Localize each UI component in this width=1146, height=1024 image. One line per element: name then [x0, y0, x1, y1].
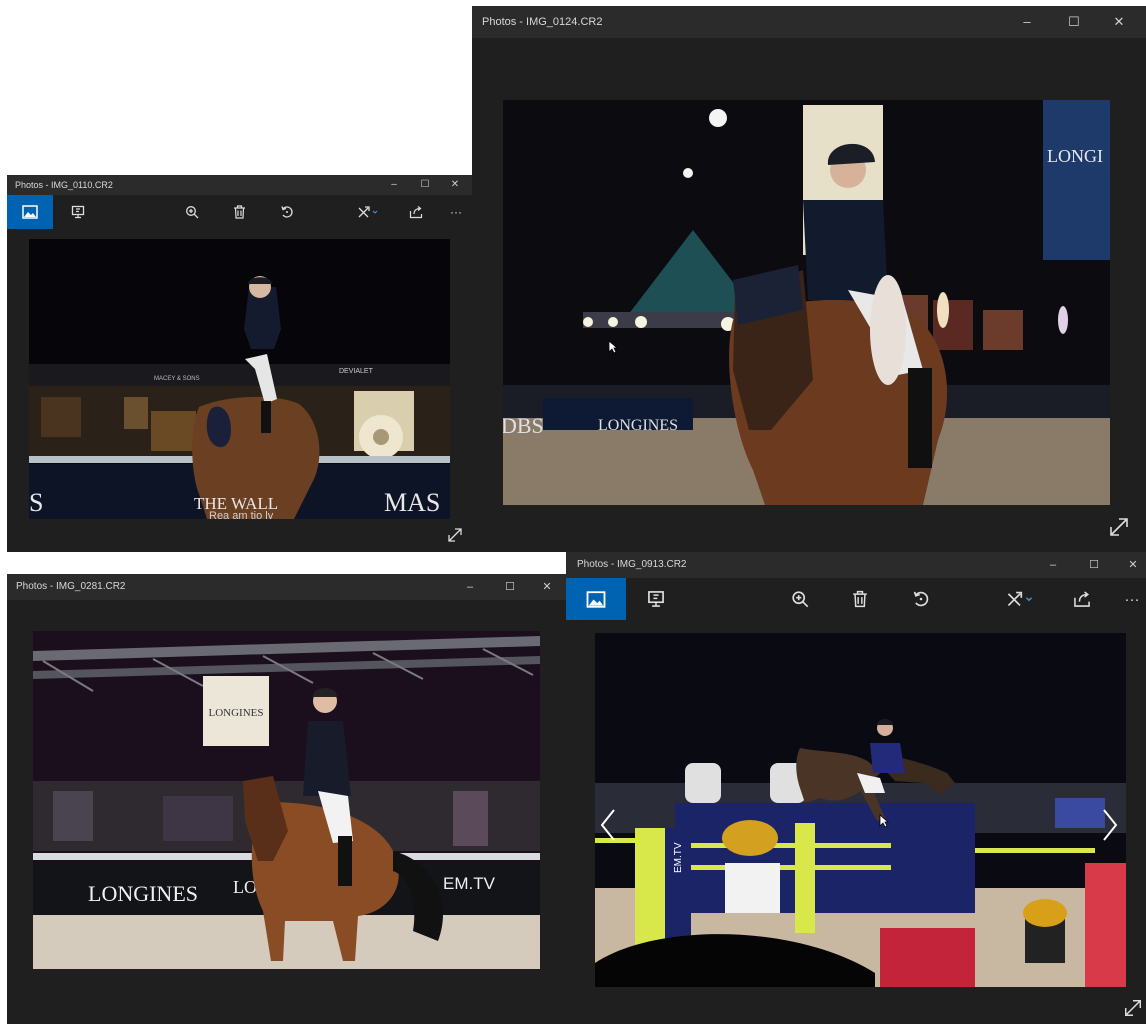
- photo-image: LONGI DBS LONGINES: [503, 100, 1110, 505]
- zoom-in-button[interactable]: [179, 195, 205, 229]
- more-icon: ···: [450, 205, 462, 219]
- photo-scene: LONGI DBS LONGINES: [503, 100, 1110, 505]
- banner-text-right: LONGI: [1047, 146, 1103, 166]
- edit-icon: [1007, 591, 1033, 607]
- toolbar: ···: [566, 578, 1146, 620]
- next-arrow-icon[interactable]: [1102, 808, 1118, 842]
- photo-scene: EM.TV: [595, 633, 1126, 987]
- board-text-center: LONGINES: [598, 417, 678, 434]
- edit-button[interactable]: [351, 195, 385, 229]
- expand-icon[interactable]: [447, 527, 463, 543]
- window-title: Photos - IMG_0110.CR2: [15, 180, 113, 190]
- photo-image: THE WALL MAS S MACEY & SONS DEVIALET Rea…: [29, 239, 450, 519]
- rotate-icon: [281, 206, 293, 218]
- share-icon: [409, 206, 423, 219]
- title-bar[interactable]: Photos - IMG_0110.CR2 – ☐ ✕: [7, 175, 472, 195]
- title-bar[interactable]: Photos - IMG_0124.CR2 – ☐ ✕: [472, 6, 1146, 38]
- photo-scene: LONGINES LONGINES LO EM.TV: [33, 631, 540, 969]
- photos-window-img0281: Photos - IMG_0281.CR2 – ☐ ✕ LONGINES LON…: [7, 574, 567, 1024]
- slideshow-button[interactable]: [65, 195, 91, 229]
- close-button[interactable]: ✕: [1122, 552, 1144, 578]
- minimize-button[interactable]: –: [384, 175, 404, 195]
- title-bar[interactable]: Photos - IMG_0281.CR2 – ☐ ✕: [7, 574, 567, 600]
- zoom-in-button[interactable]: [784, 578, 816, 620]
- edit-icon: [358, 206, 378, 218]
- slideshow-button[interactable]: [640, 578, 672, 620]
- board-text-left: LONGINES: [88, 881, 198, 906]
- minimize-button[interactable]: –: [1012, 6, 1042, 38]
- maximize-button[interactable]: ☐: [499, 574, 521, 600]
- rotate-icon: [913, 591, 929, 607]
- share-button[interactable]: [403, 195, 429, 229]
- zoom-in-icon: [186, 206, 199, 219]
- slideshow-icon: [71, 205, 85, 219]
- sponsor-text-bottom: Rea am tio ly: [209, 510, 274, 519]
- title-bar[interactable]: Photos - IMG_0913.CR2 – ☐ ✕: [566, 552, 1146, 578]
- banner-text-right: MAS: [384, 488, 440, 517]
- window-title: Photos - IMG_0124.CR2: [482, 16, 603, 28]
- sponsor-text-top: MACEY & SONS: [154, 376, 200, 382]
- window-title: Photos - IMG_0913.CR2: [577, 559, 687, 570]
- minimize-button[interactable]: –: [459, 574, 481, 600]
- delete-button[interactable]: [844, 578, 876, 620]
- expand-icon[interactable]: [1123, 998, 1143, 1018]
- mouse-cursor-icon: [608, 340, 618, 354]
- prev-arrow-icon[interactable]: [600, 808, 616, 842]
- more-button[interactable]: ···: [1118, 578, 1146, 620]
- view-photo-button[interactable]: [7, 195, 53, 229]
- board-text-left: DBS: [503, 413, 544, 438]
- toolbar: ···: [7, 195, 472, 229]
- view-photo-button[interactable]: [566, 578, 626, 620]
- photo-image: EM.TV: [595, 633, 1126, 987]
- sponsor-text-right: DEVIALET: [339, 368, 374, 375]
- mouse-cursor-icon: [879, 814, 889, 828]
- more-button[interactable]: ···: [445, 195, 467, 229]
- minimize-button[interactable]: –: [1042, 552, 1064, 578]
- expand-icon[interactable]: [1108, 516, 1130, 538]
- edit-button[interactable]: [999, 578, 1041, 620]
- banner-letter-left: S: [29, 488, 43, 517]
- view-photo-icon: [586, 590, 606, 608]
- board-text-mid: LO: [233, 877, 257, 897]
- maximize-button[interactable]: ☐: [415, 175, 435, 195]
- delete-icon: [853, 590, 867, 608]
- board-text-right: EM.TV: [443, 874, 496, 893]
- photos-window-img0124: Photos - IMG_0124.CR2 – ☐ ✕ LONGI DBS LO…: [472, 6, 1146, 552]
- close-button[interactable]: ✕: [1104, 6, 1134, 38]
- delete-button[interactable]: [226, 195, 252, 229]
- photo-image: LONGINES LONGINES LO EM.TV: [33, 631, 540, 969]
- delete-icon: [233, 205, 245, 219]
- photos-window-img0110: Photos - IMG_0110.CR2 – ☐ ✕ ··· THE WALL…: [7, 175, 472, 552]
- share-icon: [1074, 591, 1090, 607]
- view-photo-icon: [22, 205, 38, 219]
- close-button[interactable]: ✕: [445, 175, 465, 195]
- hanging-sign-text: LONGINES: [209, 707, 264, 719]
- rotate-button[interactable]: [905, 578, 937, 620]
- maximize-button[interactable]: ☐: [1059, 6, 1089, 38]
- maximize-button[interactable]: ☐: [1083, 552, 1105, 578]
- close-button[interactable]: ✕: [536, 574, 558, 600]
- window-title: Photos - IMG_0281.CR2: [16, 581, 126, 592]
- slideshow-icon: [648, 591, 664, 607]
- rotate-button[interactable]: [274, 195, 300, 229]
- share-button[interactable]: [1066, 578, 1098, 620]
- zoom-in-icon: [792, 591, 809, 608]
- photo-scene: THE WALL MAS S MACEY & SONS DEVIALET Rea…: [29, 239, 450, 519]
- more-icon: ···: [1124, 590, 1140, 608]
- photos-window-img0913: Photos - IMG_0913.CR2 – ☐ ✕ ··· EM.TV: [566, 552, 1146, 1024]
- fence-label-text: EM.TV: [673, 842, 684, 873]
